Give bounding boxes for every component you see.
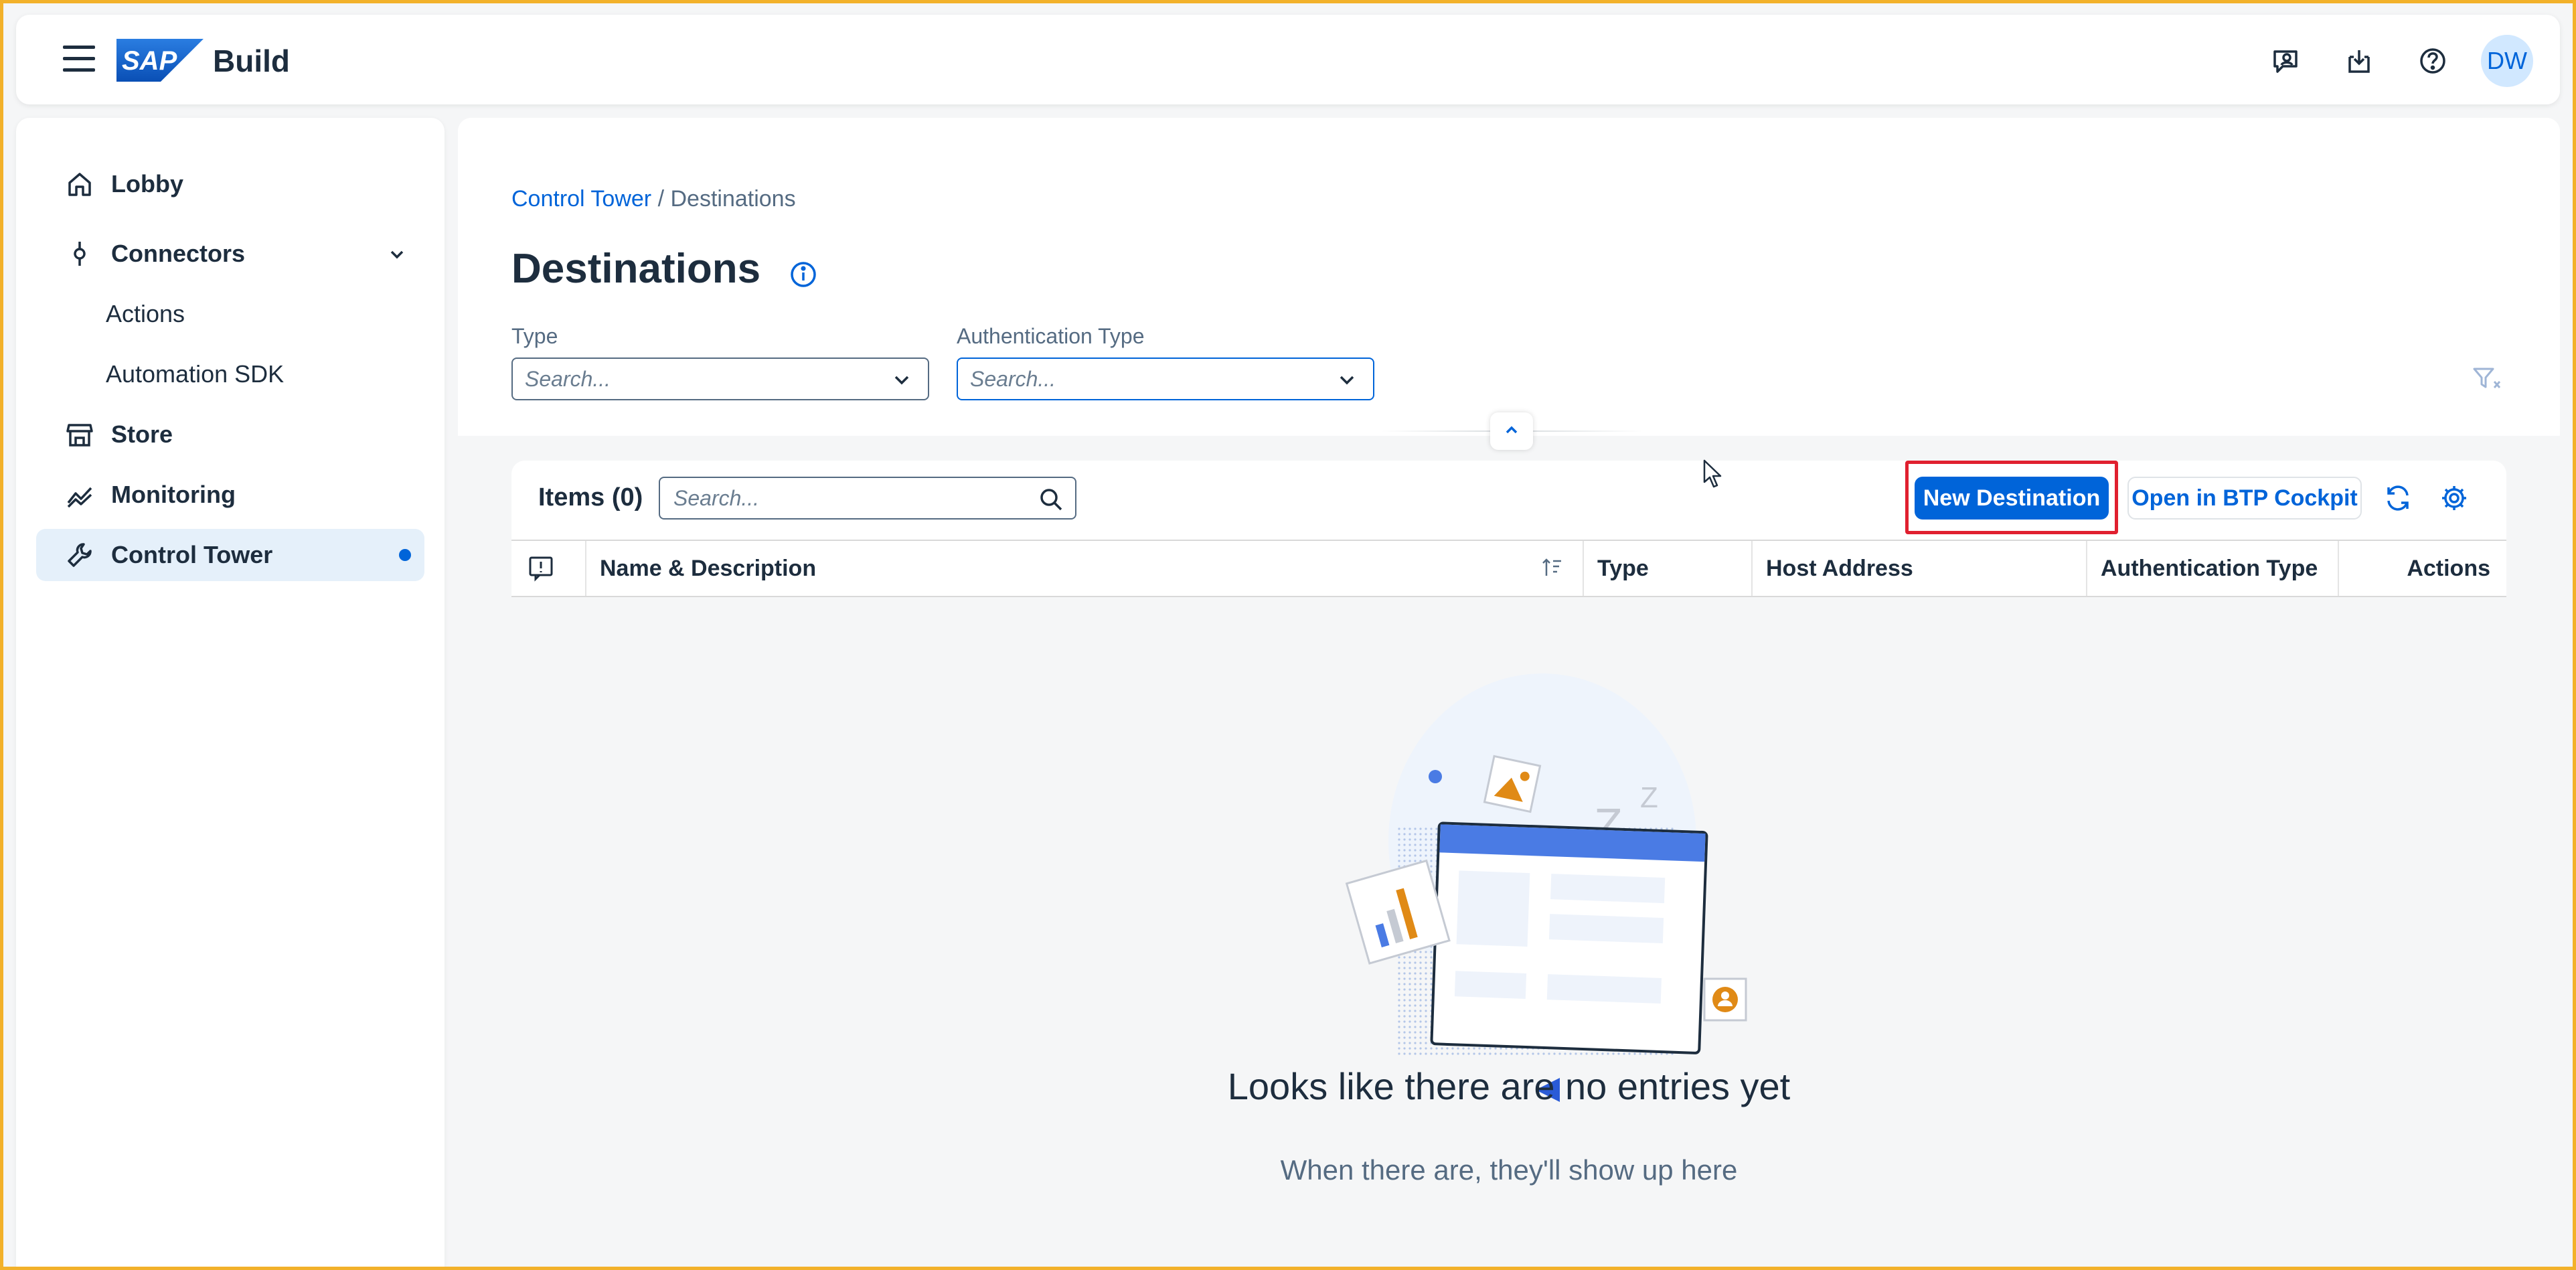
refresh-icon[interactable] bbox=[2379, 479, 2417, 517]
sidebar-item-label: Automation SDK bbox=[106, 360, 285, 388]
home-icon bbox=[63, 167, 96, 201]
inbox-download-icon[interactable] bbox=[2334, 35, 2385, 86]
column-header-label: Actions bbox=[2407, 555, 2490, 581]
store-icon bbox=[63, 418, 96, 451]
shell-actions: DW bbox=[2260, 35, 2533, 87]
empty-state-illustration: Z Z bbox=[1301, 640, 1770, 1109]
chevron-down-icon bbox=[890, 368, 913, 396]
sidebar-item-label: Connectors bbox=[111, 240, 246, 267]
sidebar-item-control-tower[interactable]: Control Tower bbox=[36, 529, 424, 581]
page-header: Control Tower / Destinations Destination… bbox=[458, 118, 2560, 436]
sidebar-item-connectors[interactable]: Connectors bbox=[36, 228, 424, 280]
sidebar-item-label: Lobby bbox=[111, 170, 183, 197]
breadcrumb: Control Tower / Destinations bbox=[511, 186, 796, 212]
auth-filter-select[interactable]: Search... bbox=[957, 358, 1374, 400]
column-header-name[interactable]: Name & Description bbox=[586, 541, 1584, 596]
column-header-label: Type bbox=[1597, 555, 1649, 581]
mouse-cursor-icon bbox=[1703, 459, 1723, 492]
items-count-title: Items (0) bbox=[538, 483, 643, 511]
sidebar-item-lobby[interactable]: Lobby bbox=[36, 158, 424, 210]
menu-icon[interactable] bbox=[63, 46, 95, 72]
search-icon[interactable] bbox=[1038, 486, 1064, 518]
page-title: Destinations bbox=[511, 246, 761, 292]
selected-indicator bbox=[399, 549, 411, 561]
sidebar-item-label: Store bbox=[111, 420, 173, 448]
collapse-header-button[interactable] bbox=[1490, 412, 1533, 450]
table-header: Name & Description Type Host Address Aut… bbox=[511, 540, 2506, 597]
chevron-down-icon bbox=[1336, 368, 1358, 396]
settings-icon[interactable] bbox=[2435, 479, 2473, 517]
help-icon[interactable] bbox=[2407, 35, 2458, 86]
breadcrumb-current: Destinations bbox=[670, 186, 796, 212]
avatar[interactable]: DW bbox=[2481, 35, 2533, 87]
sidebar-item-label: Monitoring bbox=[111, 481, 236, 508]
type-filter-select[interactable]: Search... bbox=[511, 358, 929, 400]
column-header-label: Name & Description bbox=[600, 555, 817, 581]
type-filter-label: Type bbox=[511, 324, 558, 348]
sidebar-item-store[interactable]: Store bbox=[36, 408, 424, 461]
column-header-label: Authentication Type bbox=[2101, 555, 2318, 581]
svg-text:SAP: SAP bbox=[122, 46, 177, 76]
sort-ascending-icon[interactable] bbox=[1541, 556, 1565, 586]
sidebar-item-actions[interactable]: Actions bbox=[36, 288, 424, 340]
sidebar-item-label: Actions bbox=[106, 300, 185, 327]
empty-state-title: Looks like there are no entries yet bbox=[1227, 1065, 1791, 1107]
column-header-label: Host Address bbox=[1766, 555, 1913, 581]
auth-filter-label: Authentication Type bbox=[957, 324, 1145, 348]
empty-state-subtitle: When there are, they'll show up here bbox=[1280, 1154, 1738, 1186]
breadcrumb-link-control-tower[interactable]: Control Tower bbox=[511, 186, 651, 212]
table-search-input[interactable]: Search... bbox=[659, 477, 1076, 520]
auth-filter-placeholder: Search... bbox=[970, 366, 1056, 391]
sidebar-item-label: Control Tower bbox=[111, 541, 273, 568]
sidebar-item-automation-sdk[interactable]: Automation SDK bbox=[36, 348, 424, 400]
wrench-icon bbox=[63, 538, 96, 572]
column-header-host-address[interactable]: Host Address bbox=[1753, 541, 2087, 596]
svg-text:Z: Z bbox=[1640, 781, 1658, 814]
column-header-actions: Actions bbox=[2339, 541, 2506, 596]
shell-bar: SAP Build DW bbox=[16, 15, 2560, 104]
side-navigation: Lobby Connectors Actions Automation SDK … bbox=[16, 118, 445, 1270]
column-header-type[interactable]: Type bbox=[1584, 541, 1753, 596]
chevron-up-icon bbox=[1502, 420, 1522, 443]
product-name: Build bbox=[213, 44, 290, 78]
type-filter-placeholder: Search... bbox=[525, 366, 611, 391]
open-btp-cockpit-button[interactable]: Open in BTP Cockpit bbox=[2127, 477, 2362, 520]
breadcrumb-separator: / bbox=[651, 186, 671, 212]
monitoring-icon bbox=[63, 478, 96, 511]
chevron-down-icon[interactable] bbox=[387, 242, 407, 270]
column-header-authentication-type[interactable]: Authentication Type bbox=[2087, 541, 2339, 596]
main-content: Control Tower / Destinations Destination… bbox=[458, 118, 2560, 1270]
feedback-icon[interactable] bbox=[2260, 35, 2311, 86]
new-destination-button[interactable]: New Destination bbox=[1915, 477, 2109, 520]
sidebar-item-monitoring[interactable]: Monitoring bbox=[36, 469, 424, 521]
connector-icon bbox=[63, 237, 96, 270]
info-icon[interactable] bbox=[787, 258, 819, 291]
table-search-placeholder: Search... bbox=[673, 485, 760, 510]
clear-filter-icon[interactable] bbox=[2473, 367, 2502, 394]
select-all-icon[interactable] bbox=[511, 541, 586, 596]
sap-logo[interactable]: SAP bbox=[116, 39, 204, 82]
